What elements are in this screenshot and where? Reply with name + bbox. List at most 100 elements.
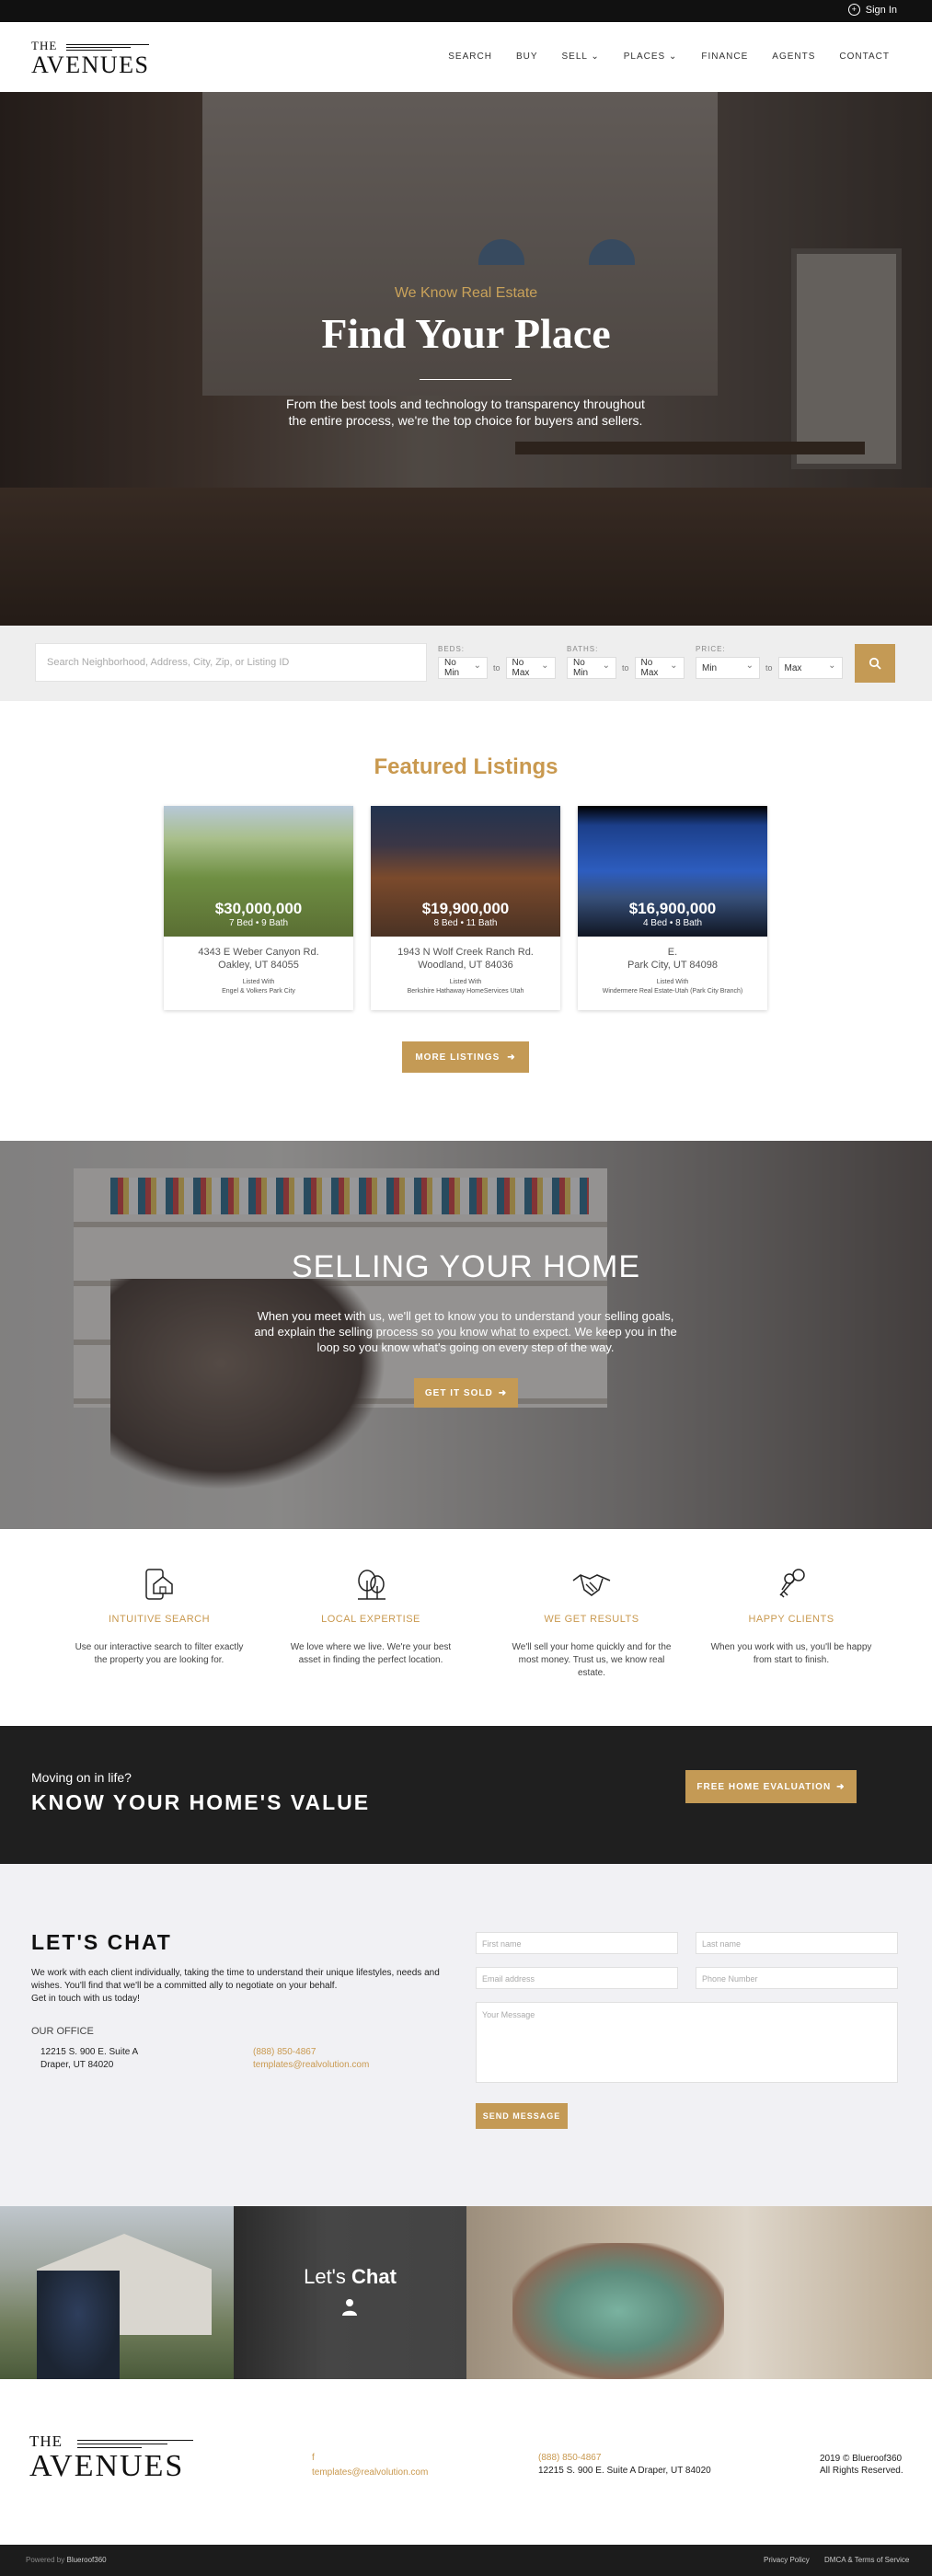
price-max-select[interactable]: Max	[777, 657, 843, 679]
sign-in-link[interactable]: + Sign In	[847, 4, 897, 16]
to-label: to	[765, 663, 773, 673]
listing-office: Listed With Windermere Real Estate-Utah (…	[578, 978, 767, 996]
feature-intuitive-search: INTUITIVE SEARCH Use our interactive sea…	[49, 1566, 270, 1667]
baths-min-select[interactable]: No Min	[567, 657, 616, 679]
nav-agents[interactable]: AGENTS	[772, 52, 815, 62]
plus-circle-icon: +	[847, 4, 860, 16]
site-header: THE AVENUES SEARCH BUY SELL ⌄ PLACES ⌄ F…	[0, 22, 932, 92]
send-message-button[interactable]: SEND MESSAGE	[476, 2103, 568, 2129]
lets-chat-tile[interactable]: Let's Chat	[234, 2206, 466, 2379]
to-label: to	[622, 663, 629, 673]
price-max-value: Max	[784, 662, 802, 673]
get-it-sold-button[interactable]: GET IT SOLD ➜	[414, 1378, 518, 1408]
photo-strip: Let's Chat	[0, 2206, 932, 2379]
featured-title: Featured Listings	[374, 754, 558, 779]
nav-places[interactable]: PLACES ⌄	[624, 52, 678, 62]
baths-filter: BATHS: No Min to No Max	[567, 645, 685, 679]
beds-max-select[interactable]: No Max	[505, 657, 556, 679]
footer-logo[interactable]: THE AVENUES	[29, 2432, 193, 2484]
logo-name: AVENUES	[31, 52, 150, 78]
listing-address-line1: 1943 N Wolf Creek Ranch Rd.	[397, 947, 534, 958]
listing-card[interactable]: $30,000,000 7 Bed • 9 Bath 4343 E Weber …	[164, 806, 353, 1010]
message-field[interactable]: Your Message	[476, 2002, 898, 2083]
privacy-policy-link[interactable]: Privacy Policy	[764, 2556, 810, 2564]
listed-with-label: Listed With	[449, 979, 482, 985]
listing-price: $16,900,000	[628, 900, 717, 917]
hero-overlay	[0, 92, 932, 626]
listing-address: 4343 E Weber Canyon Rd. Oakley, UT 84055	[164, 946, 353, 972]
couple-house-photo	[0, 2206, 234, 2379]
listing-office: Listed With Berkshire Hathaway HomeServic…	[371, 978, 560, 996]
office-phone[interactable]: (888) 850-4867	[253, 2047, 316, 2057]
to-label: to	[493, 663, 501, 673]
sell-title: SELLING YOUR HOME	[291, 1249, 641, 1284]
feature-desc: We'll sell your home quickly and for the…	[512, 1642, 672, 1678]
powered-by-link[interactable]: Blueroof360	[66, 2556, 106, 2564]
price-min-select[interactable]: Min	[696, 657, 760, 679]
footer-logo-lines	[77, 2440, 193, 2449]
listing-price: $30,000,000	[214, 900, 303, 917]
footer-email[interactable]: templates@realvolution.com	[312, 2467, 428, 2478]
chat-label: Chat	[351, 2265, 397, 2288]
phone-field[interactable]: Phone Number	[696, 1967, 898, 1989]
feature-local-expertise: LOCAL EXPERTISE We love where we live. W…	[260, 1566, 481, 1667]
hero-text: From the best tools and technology to tr…	[286, 397, 645, 428]
chat-description-text: We work with each client individually, t…	[31, 1968, 440, 1991]
beds-min-value: No Min	[444, 658, 460, 678]
feature-happy-clients: HAPPY CLIENTS When you work with us, you…	[681, 1566, 902, 1667]
nav-sell[interactable]: SELL ⌄	[562, 52, 600, 62]
feature-title: WE GET RESULTS	[544, 1614, 639, 1625]
office-address: 12215 S. 900 E. Suite A Draper, UT 84020	[40, 2046, 138, 2072]
nav-search[interactable]: SEARCH	[448, 52, 492, 62]
nav-buy[interactable]: BUY	[516, 52, 538, 62]
family-shape	[512, 2243, 724, 2379]
facebook-icon[interactable]: f	[312, 2453, 315, 2463]
search-input[interactable]: Search Neighborhood, Address, City, Zip,…	[35, 643, 427, 682]
listing-address-line2: Oakley, UT 84055	[218, 960, 299, 971]
listing-address-line2: Park City, UT 84098	[627, 960, 719, 971]
baths-max-value: No Max	[640, 658, 659, 678]
beds-label: BEDS:	[438, 645, 466, 653]
listing-address: 1943 N Wolf Creek Ranch Rd. Woodland, UT …	[371, 946, 560, 972]
copyright-line1: 2019 © Blueroof360	[820, 2454, 903, 2464]
handshake-icon	[572, 1574, 611, 1596]
baths-max-select[interactable]: No Max	[634, 657, 685, 679]
arrow-right-icon: ➜	[498, 1387, 508, 1398]
listing-office-name: Berkshire Hathaway HomeServices Utah	[407, 988, 524, 995]
beds-max-value: No Max	[512, 658, 530, 678]
last-name-field[interactable]: Last name	[696, 1932, 898, 1954]
feature-title: INTUITIVE SEARCH	[108, 1614, 211, 1625]
listing-card[interactable]: $19,900,000 8 Bed • 11 Bath 1943 N Wolf …	[371, 806, 560, 1010]
contact-section: LET'S CHAT We work with each client indi…	[0, 1864, 932, 2206]
listing-card[interactable]: $16,900,000 4 Bed • 8 Bath E. Park City, …	[578, 806, 767, 1010]
selling-your-home: SELLING YOUR HOME When you meet with us,…	[0, 1141, 932, 1529]
arrow-right-icon: ➜	[836, 1781, 846, 1792]
features-row: INTUITIVE SEARCH Use our interactive sea…	[0, 1529, 932, 1726]
hero-title: Find Your Place	[321, 310, 611, 357]
user-icon	[342, 2299, 357, 2316]
feature-desc: When you work with us, you'll be happy f…	[710, 1642, 872, 1665]
email-field[interactable]: Email address	[476, 1967, 678, 1989]
footer-phone[interactable]: (888) 850-4867	[538, 2453, 601, 2463]
dmca-terms-link[interactable]: DMCA & Terms of Service	[824, 2556, 909, 2564]
more-listings-label: MORE LISTINGS	[415, 1052, 501, 1063]
nav-contact[interactable]: CONTACT	[839, 52, 890, 62]
first-name-field[interactable]: First name	[476, 1932, 678, 1954]
copyright-line2: All Rights Reserved.	[820, 2466, 903, 2476]
feature-title: HAPPY CLIENTS	[748, 1614, 834, 1625]
value-title: KNOW YOUR HOME'S VALUE	[31, 1790, 371, 1814]
office-email[interactable]: templates@realvolution.com	[253, 2060, 369, 2070]
listing-address: E. Park City, UT 84098	[578, 946, 767, 972]
site-logo[interactable]: THE AVENUES	[31, 39, 149, 79]
search-icon	[869, 657, 881, 670]
listing-beds-baths: 7 Bed • 9 Bath	[228, 918, 289, 928]
more-listings-button[interactable]: MORE LISTINGS ➜	[402, 1041, 529, 1073]
bottom-bar: Powered by Blueroof360 Privacy Policy DM…	[0, 2545, 932, 2576]
chat-tile-overlay	[234, 2206, 466, 2379]
beds-min-select[interactable]: No Min	[438, 657, 488, 679]
free-home-evaluation-button[interactable]: FREE HOME EVALUATION ➜	[685, 1770, 857, 1803]
search-button[interactable]	[855, 644, 895, 683]
main-nav: SEARCH BUY SELL ⌄ PLACES ⌄ FINANCE AGENT…	[448, 52, 890, 62]
nav-finance[interactable]: FINANCE	[701, 52, 748, 62]
listing-address-line1: E.	[667, 947, 678, 958]
